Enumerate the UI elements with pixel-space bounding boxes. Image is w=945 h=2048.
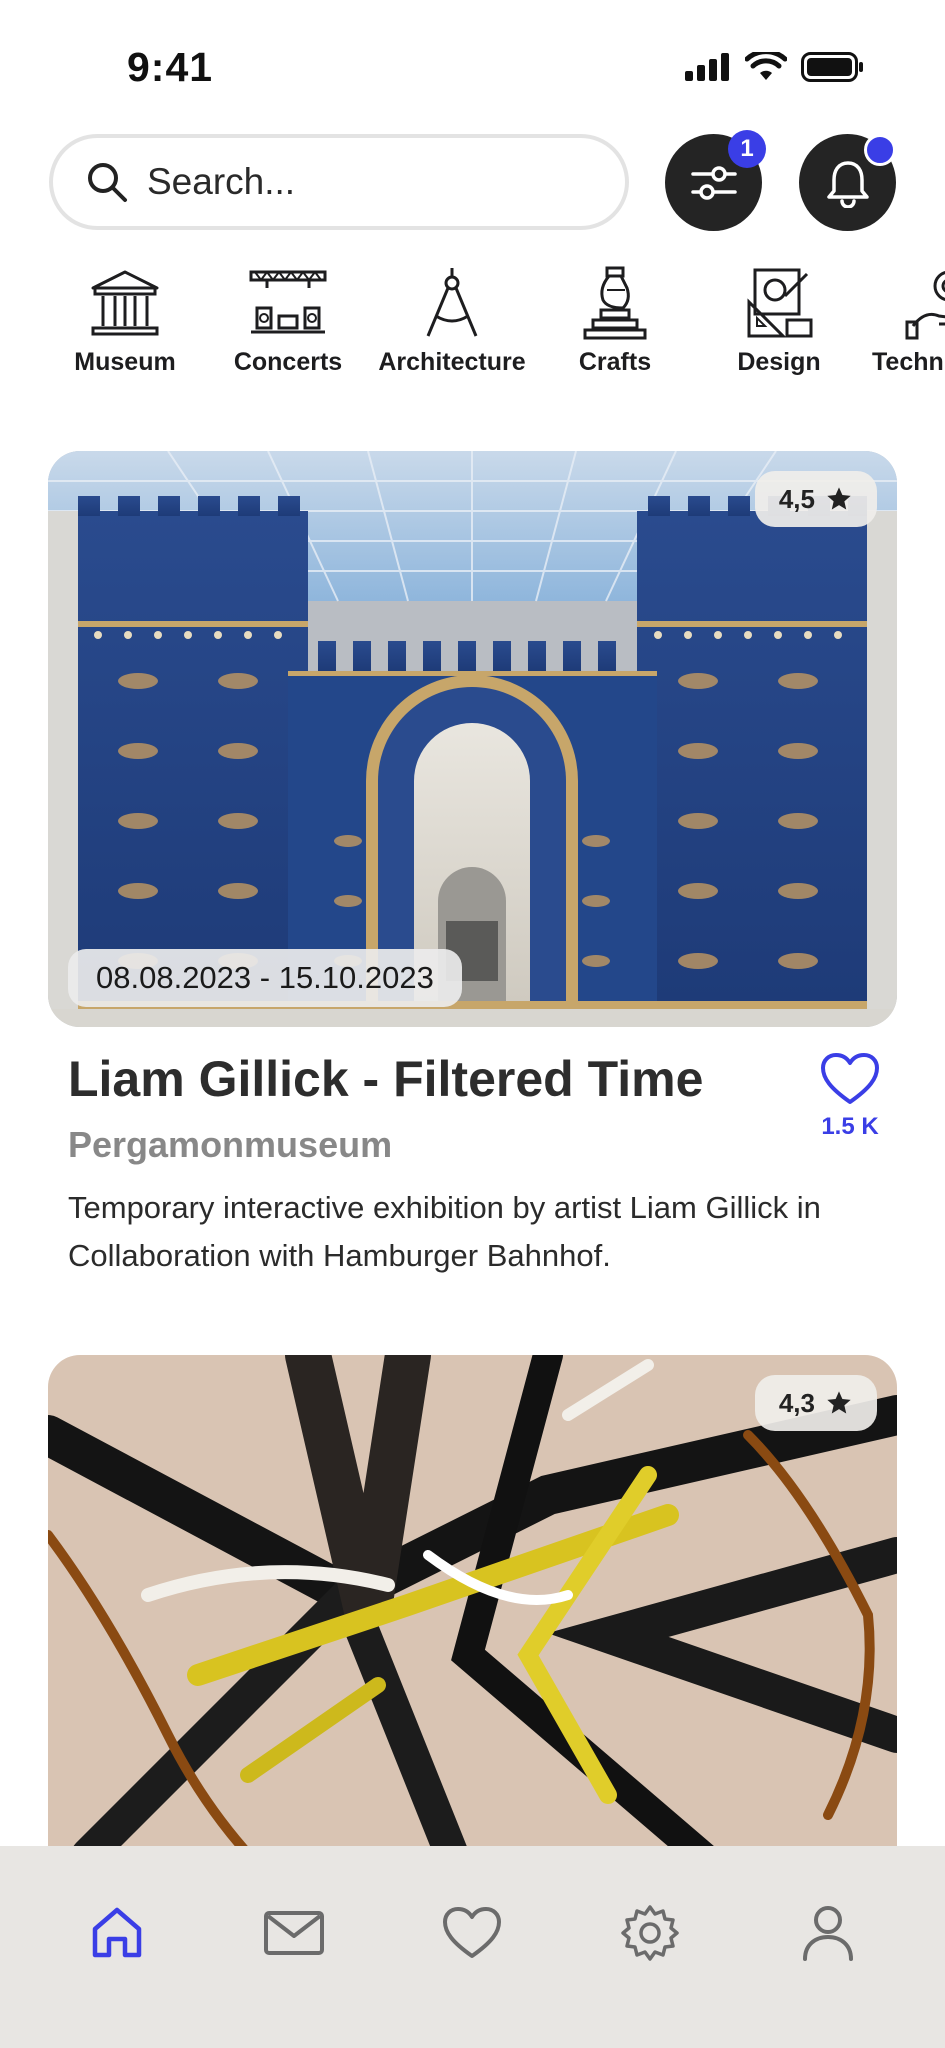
category-label: Museum bbox=[74, 348, 176, 376]
nav-settings[interactable] bbox=[615, 1898, 685, 1968]
status-bar: 9:41 bbox=[0, 0, 945, 130]
tech-gear-icon bbox=[905, 271, 945, 340]
nav-profile[interactable] bbox=[793, 1898, 863, 1968]
bell-icon bbox=[826, 160, 869, 208]
rating-value: 4,3 bbox=[778, 1387, 815, 1418]
category-label: Architecture bbox=[378, 348, 526, 376]
like-count: 1.5 K bbox=[821, 1113, 879, 1140]
search-icon bbox=[88, 163, 127, 202]
star-icon bbox=[827, 1391, 851, 1414]
category-label: Concerts bbox=[233, 348, 343, 376]
event-card-image[interactable]: 4,3 bbox=[48, 1355, 897, 1895]
status-icons bbox=[685, 52, 865, 82]
like-button[interactable]: 1.5 K bbox=[815, 1052, 885, 1141]
event-card-image[interactable]: 4,5 08.08.2023 - 15.10.2023 bbox=[48, 451, 897, 1027]
category-label: Techn bbox=[872, 348, 944, 376]
mail-icon bbox=[264, 1911, 324, 1955]
status-time: 9:41 bbox=[127, 44, 214, 90]
rating-badge: 4,5 bbox=[754, 471, 877, 527]
category-concerts[interactable]: Concerts bbox=[213, 266, 363, 377]
ishtar-gate-photo bbox=[48, 451, 897, 1027]
settings-icon bbox=[621, 1905, 679, 1961]
event-dates: 08.08.2023 - 15.10.2023 bbox=[68, 949, 462, 1007]
star-icon bbox=[827, 487, 851, 510]
filter-button[interactable]: 1 bbox=[665, 130, 766, 231]
signal-icon bbox=[685, 53, 729, 81]
category-technology[interactable]: Techn bbox=[868, 266, 945, 377]
heart-icon bbox=[443, 1907, 501, 1958]
bottom-navigation bbox=[0, 1846, 945, 2048]
category-design[interactable]: Design bbox=[704, 266, 854, 377]
app-screen: 9:41 Search... 1 Museum Concerts Archite… bbox=[0, 0, 945, 2048]
nav-messages[interactable] bbox=[259, 1898, 329, 1968]
compass-icon bbox=[426, 268, 478, 337]
category-crafts[interactable]: Crafts bbox=[540, 266, 690, 377]
home-icon bbox=[92, 1907, 142, 1958]
stage-icon bbox=[249, 270, 327, 334]
rating-badge: 4,3 bbox=[754, 1375, 877, 1431]
nav-favorites[interactable] bbox=[437, 1898, 507, 1968]
wifi-icon bbox=[745, 52, 787, 80]
event-venue[interactable]: Pergamonmuseum bbox=[68, 1124, 392, 1166]
event-title[interactable]: Liam Gillick - Filtered Time bbox=[68, 1050, 703, 1108]
museum-icon bbox=[91, 270, 159, 336]
design-tools-icon bbox=[747, 268, 813, 338]
category-list: Museum Concerts Architecture Crafts Desi… bbox=[0, 266, 945, 396]
category-label: Design bbox=[737, 348, 821, 376]
battery-icon bbox=[801, 52, 863, 82]
category-architecture[interactable]: Architecture bbox=[377, 266, 527, 377]
profile-icon bbox=[803, 1906, 853, 1961]
rating-value: 4,5 bbox=[778, 483, 815, 514]
notifications-button[interactable] bbox=[799, 134, 896, 231]
sliders-icon bbox=[690, 165, 737, 200]
abstract-painting-photo bbox=[48, 1355, 897, 1895]
heart-outline-icon bbox=[821, 1053, 879, 1104]
filter-badge: 1 bbox=[728, 130, 766, 168]
vase-icon bbox=[583, 266, 647, 340]
event-description: Temporary interactive exhibition by arti… bbox=[68, 1190, 821, 1273]
search-input[interactable]: Search... bbox=[49, 134, 629, 230]
category-museum[interactable]: Museum bbox=[50, 266, 200, 377]
nav-home[interactable] bbox=[82, 1898, 152, 1968]
unread-dot bbox=[864, 134, 896, 166]
category-label: Crafts bbox=[578, 348, 652, 376]
search-placeholder: Search... bbox=[147, 161, 296, 202]
